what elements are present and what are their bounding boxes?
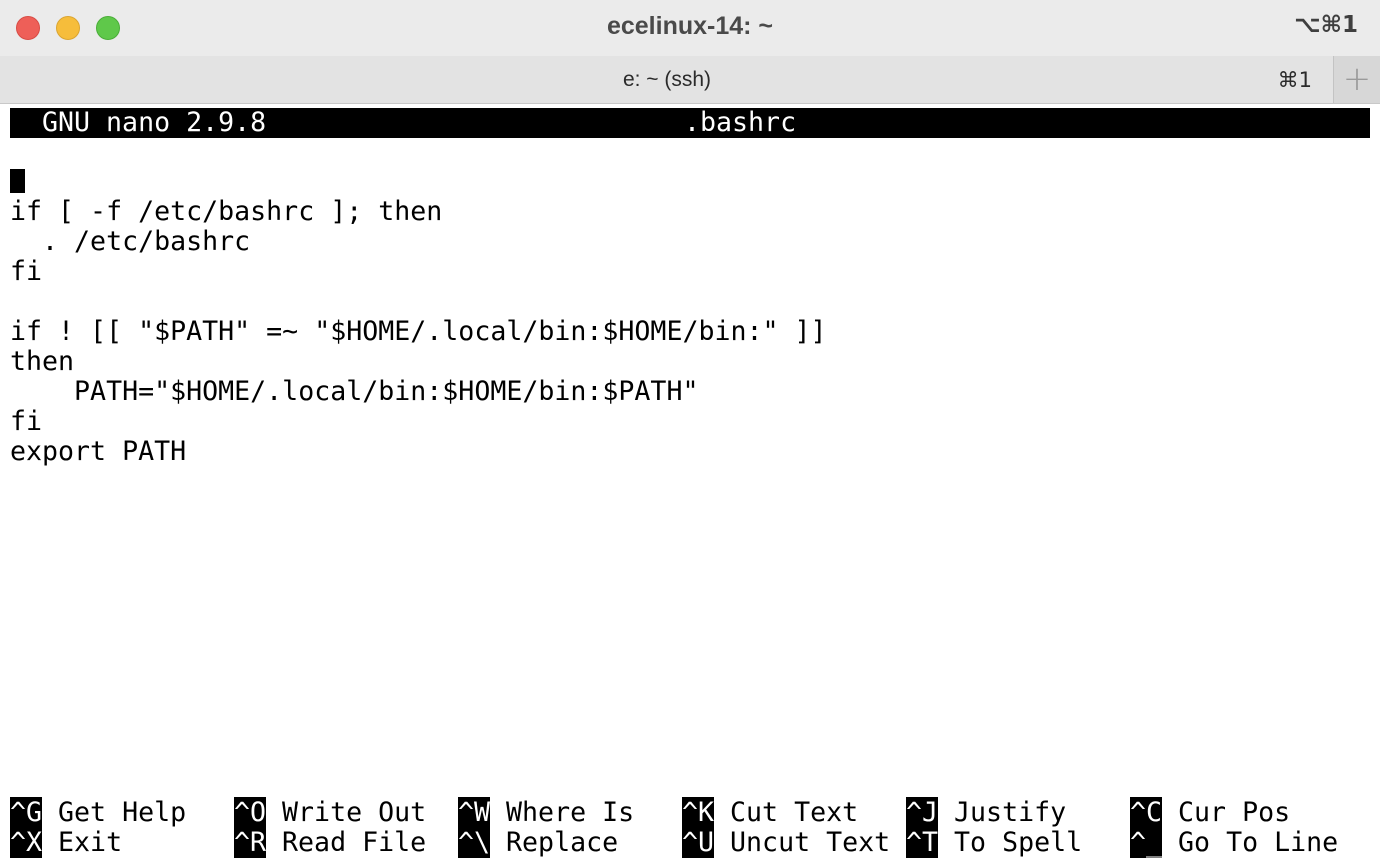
- editor-line: [10, 167, 827, 197]
- shortcut-replace[interactable]: ^\ Replace: [458, 827, 618, 858]
- new-tab-button[interactable]: +: [1333, 56, 1380, 103]
- shortcut-go-to-line[interactable]: ^_ Go To Line: [1130, 827, 1338, 858]
- tab-shortcut: ⌘1: [1277, 68, 1312, 92]
- shortcut-write-out[interactable]: ^O Write Out: [234, 797, 426, 828]
- shortcut-cur-pos[interactable]: ^C Cur Pos: [1130, 797, 1290, 828]
- plus-icon: +: [1342, 59, 1372, 99]
- editor-line: PATH="$HOME/.local/bin:$HOME/bin:$PATH": [10, 376, 699, 407]
- shortcut-to-spell[interactable]: ^T To Spell: [906, 827, 1082, 858]
- editor-line: fi: [10, 406, 43, 437]
- window-title-bar: ecelinux-14: ~ ⌥⌘1: [0, 0, 1380, 56]
- window-title: ecelinux-14: ~: [606, 12, 774, 40]
- editor-line: if ! [[ "$PATH" =~ "$HOME/.local/bin:$HO…: [10, 316, 827, 347]
- editor-line: . /etc/bashrc: [10, 226, 251, 257]
- text-cursor: [10, 169, 25, 193]
- shortcut-where-is[interactable]: ^W Where Is: [458, 797, 634, 828]
- shortcut-uncut-text[interactable]: ^U Uncut Text: [682, 827, 890, 858]
- shortcut-cut-text[interactable]: ^K Cut Text: [682, 797, 858, 828]
- tab-ssh[interactable]: e: ~ (ssh): [0, 68, 1334, 92]
- shortcut-justify[interactable]: ^J Justify: [906, 797, 1066, 828]
- editor-buffer[interactable]: if [ -f /etc/bashrc ]; then . /etc/bashr…: [10, 167, 827, 467]
- window-shortcut: ⌥⌘1: [1294, 12, 1358, 38]
- nano-filename: .bashrc: [684, 107, 797, 138]
- nano-version: GNU nano 2.9.8: [42, 107, 267, 138]
- editor-line: if [ -f /etc/bashrc ]; then: [10, 196, 443, 227]
- editor-line: then: [10, 346, 75, 377]
- shortcut-get-help[interactable]: ^G Get Help: [10, 797, 186, 828]
- tab-bar: e: ~ (ssh) ⌘1 +: [0, 56, 1380, 104]
- shortcut-read-file[interactable]: ^R Read File: [234, 827, 426, 858]
- shortcut-exit[interactable]: ^X Exit: [10, 827, 122, 858]
- nano-title-bar: GNU nano 2.9.8 .bashrc: [10, 108, 1370, 138]
- nano-shortcut-bar: ^G Get Help ^O Write Out ^W Where Is ^K Cut …: [10, 797, 1380, 858]
- editor-line: fi: [10, 256, 43, 287]
- editor-line: export PATH: [10, 436, 187, 467]
- terminal-area[interactable]: GNU nano 2.9.8 .bashrc if [ -f /etc/bash…: [0, 104, 1380, 862]
